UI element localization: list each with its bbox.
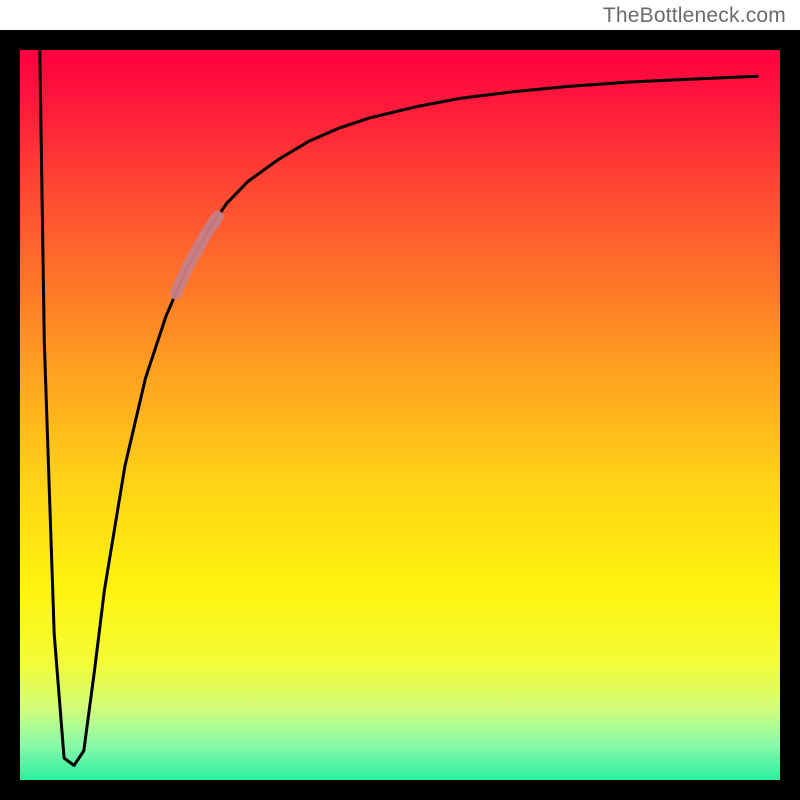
curve-path xyxy=(40,50,757,765)
chart-container: TheBottleneck.com xyxy=(0,0,800,800)
curve-highlight xyxy=(176,217,218,294)
plot-area xyxy=(0,30,800,800)
bottleneck-curve xyxy=(0,30,800,800)
attribution-text: TheBottleneck.com xyxy=(603,4,786,28)
